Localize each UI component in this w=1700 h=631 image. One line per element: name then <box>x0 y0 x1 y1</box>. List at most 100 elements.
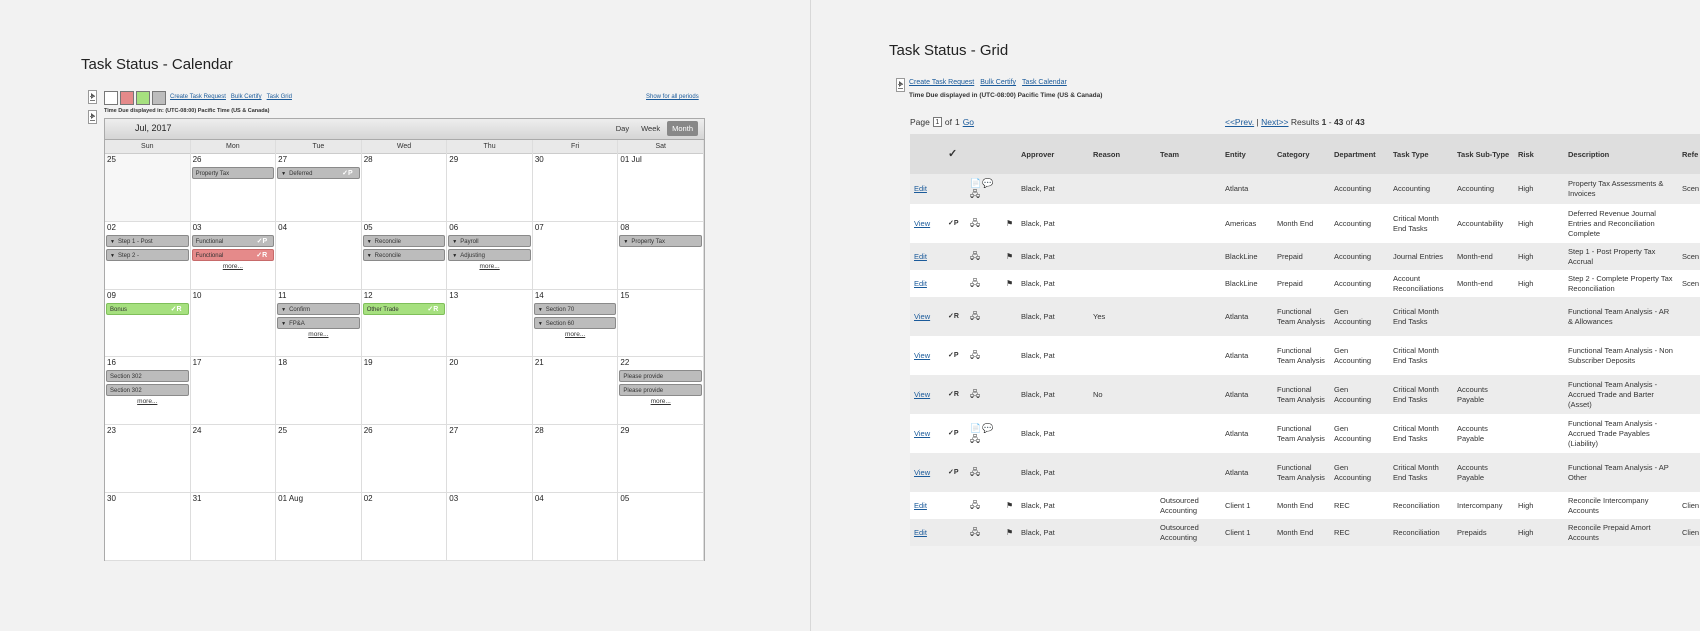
entity-col-header[interactable]: Entity <box>1221 134 1273 174</box>
calendar-day-cell[interactable]: 05ReconcileReconcile <box>362 221 448 289</box>
calendar-event[interactable]: Functional ✓P <box>191 234 275 247</box>
calendar-event[interactable]: Section 302 <box>106 370 189 383</box>
task-icons[interactable]: 📄💬🖧 <box>970 178 994 199</box>
calendar-day-cell[interactable]: 30 <box>105 492 191 560</box>
next-page-link[interactable]: Next>> <box>1261 117 1288 127</box>
calendar-event[interactable]: Please provide <box>619 370 702 383</box>
calendar-event[interactable]: Section 60 <box>533 316 617 329</box>
calendar-day-cell[interactable]: 28 <box>362 154 448 221</box>
more-link[interactable]: more... <box>276 331 361 338</box>
calendar-day-cell[interactable]: 04 <box>533 492 619 560</box>
approver-col-header[interactable]: Approver <box>1017 134 1089 174</box>
calendar-day-cell[interactable]: 10 <box>191 289 277 357</box>
calendar-day-cell[interactable]: 18 <box>276 357 362 425</box>
calendar-day-cell[interactable]: 03 Functional ✓P Functional ✓R more... <box>191 221 277 289</box>
task-icons[interactable]: 🖧 <box>970 467 981 477</box>
status-swatch[interactable] <box>136 91 150 105</box>
task-type-col-header[interactable]: Task Type <box>1389 134 1453 174</box>
calendar-event[interactable]: Reconcile <box>362 234 446 247</box>
calendar-event[interactable]: Please provide <box>619 384 702 397</box>
task-icons[interactable]: 🖧 <box>970 278 981 288</box>
calendar-event[interactable]: Functional ✓R <box>191 248 275 261</box>
task-subtype-col-header[interactable]: Task Sub-Type <box>1453 134 1514 174</box>
calendar-day-cell[interactable]: 27 Deferred ✓P <box>276 154 362 221</box>
expand-panel-icon[interactable] <box>896 78 905 92</box>
department-col-header[interactable]: Department <box>1330 134 1389 174</box>
more-link[interactable]: more... <box>447 263 532 270</box>
bulk-certify-link[interactable]: Bulk Certify <box>980 79 1016 86</box>
calendar-day-cell[interactable]: 05 <box>618 492 704 560</box>
calendar-day-cell[interactable]: 20 <box>447 357 533 425</box>
calendar-day-cell[interactable]: 06Payroll Adjusting more... <box>447 221 533 289</box>
description-col-header[interactable]: Description <box>1564 134 1678 174</box>
calendar-event[interactable]: Bonus ✓R <box>106 302 189 315</box>
calendar-day-cell[interactable]: 11Confirm FP&A more... <box>276 289 362 357</box>
expand-panel-icon[interactable] <box>88 110 97 124</box>
reason-col-header[interactable]: Reason <box>1089 134 1156 174</box>
calendar-event[interactable]: Other Trade ✓R <box>362 302 446 315</box>
task-icons[interactable]: 🖧 <box>970 389 981 399</box>
calendar-day-cell[interactable]: 02Step 1 - Post Step 2 - <box>105 221 191 289</box>
calendar-event[interactable]: Payroll <box>448 234 531 247</box>
calendar-event[interactable]: Section 302 <box>106 384 189 397</box>
more-link[interactable]: more... <box>533 331 618 338</box>
task-icons[interactable]: 🖧 <box>970 350 981 360</box>
create-task-request-link[interactable]: Create Task Request <box>909 79 974 86</box>
calendar-day-cell[interactable]: 01 Jul <box>618 154 704 221</box>
task-icons[interactable]: 📄💬🖧 <box>970 423 994 444</box>
calendar-day-cell[interactable]: 25 <box>105 154 191 221</box>
view-link[interactable]: View <box>914 390 930 399</box>
calendar-day-cell[interactable]: 29 <box>618 425 704 492</box>
calendar-day-cell[interactable]: 26 Property Tax <box>191 154 277 221</box>
prev-page-link[interactable]: <<Prev. <box>1225 117 1254 127</box>
calendar-day-cell[interactable]: 03 <box>447 492 533 560</box>
calendar-day-cell[interactable]: 04 <box>276 221 362 289</box>
calendar-day-cell[interactable]: 08Property Tax <box>618 221 704 289</box>
calendar-day-cell[interactable]: 07 <box>533 221 619 289</box>
view-week-button[interactable]: Week <box>636 121 665 136</box>
calendar-day-cell[interactable]: 21 <box>533 357 619 425</box>
calendar-day-cell[interactable]: 15 <box>618 289 704 357</box>
create-task-request-link[interactable]: Create Task Request <box>170 94 226 100</box>
category-col-header[interactable]: Category <box>1273 134 1330 174</box>
show-all-periods-link[interactable]: Show for all periods <box>646 94 699 100</box>
flag-col-header[interactable] <box>1002 134 1017 174</box>
task-icons[interactable]: 🖧 <box>970 251 981 261</box>
icons-col-header[interactable] <box>966 134 1002 174</box>
task-calendar-link[interactable]: Task Calendar <box>1022 79 1067 86</box>
calendar-event[interactable]: Step 1 - Post <box>106 234 189 247</box>
calendar-day-cell[interactable]: 30 <box>533 154 619 221</box>
calendar-day-cell[interactable]: 29 <box>447 154 533 221</box>
status-swatch[interactable] <box>104 91 118 105</box>
calendar-day-cell[interactable]: 16 Section 302 Section 302 more... <box>105 357 191 425</box>
calendar-event[interactable]: Confirm <box>277 302 360 315</box>
more-link[interactable]: more... <box>105 398 190 405</box>
view-link[interactable]: View <box>914 312 930 321</box>
action-col-header[interactable] <box>910 134 944 174</box>
calendar-day-cell[interactable]: 24 <box>191 425 277 492</box>
task-icons[interactable]: 🖧 <box>970 527 981 537</box>
status-swatch[interactable] <box>152 91 166 105</box>
status-swatch[interactable] <box>120 91 134 105</box>
edit-link[interactable]: Edit <box>914 252 927 261</box>
calendar-day-cell[interactable]: 27 <box>447 425 533 492</box>
view-link[interactable]: View <box>914 351 930 360</box>
calendar-day-cell[interactable]: 23 <box>105 425 191 492</box>
calendar-day-cell[interactable]: 13 <box>447 289 533 357</box>
calendar-day-cell[interactable]: 19 <box>362 357 448 425</box>
calendar-day-cell[interactable]: 28 <box>533 425 619 492</box>
more-link[interactable]: more... <box>618 398 703 405</box>
task-icons[interactable]: 🖧 <box>970 500 981 510</box>
edit-link[interactable]: Edit <box>914 184 927 193</box>
calendar-event[interactable]: Property Tax <box>191 167 275 179</box>
calendar-event[interactable]: FP&A <box>277 316 360 329</box>
calendar-day-cell[interactable]: 26 <box>362 425 448 492</box>
view-link[interactable]: View <box>914 429 930 438</box>
calendar-event[interactable]: Reconcile <box>362 248 446 261</box>
bulk-certify-link[interactable]: Bulk Certify <box>231 94 262 100</box>
calendar-day-cell[interactable]: 01 Aug <box>276 492 362 560</box>
calendar-event[interactable]: Deferred ✓P <box>277 167 360 179</box>
view-link[interactable]: View <box>914 219 930 228</box>
team-col-header[interactable]: Team <box>1156 134 1221 174</box>
task-icons[interactable]: 🖧 <box>970 218 981 228</box>
